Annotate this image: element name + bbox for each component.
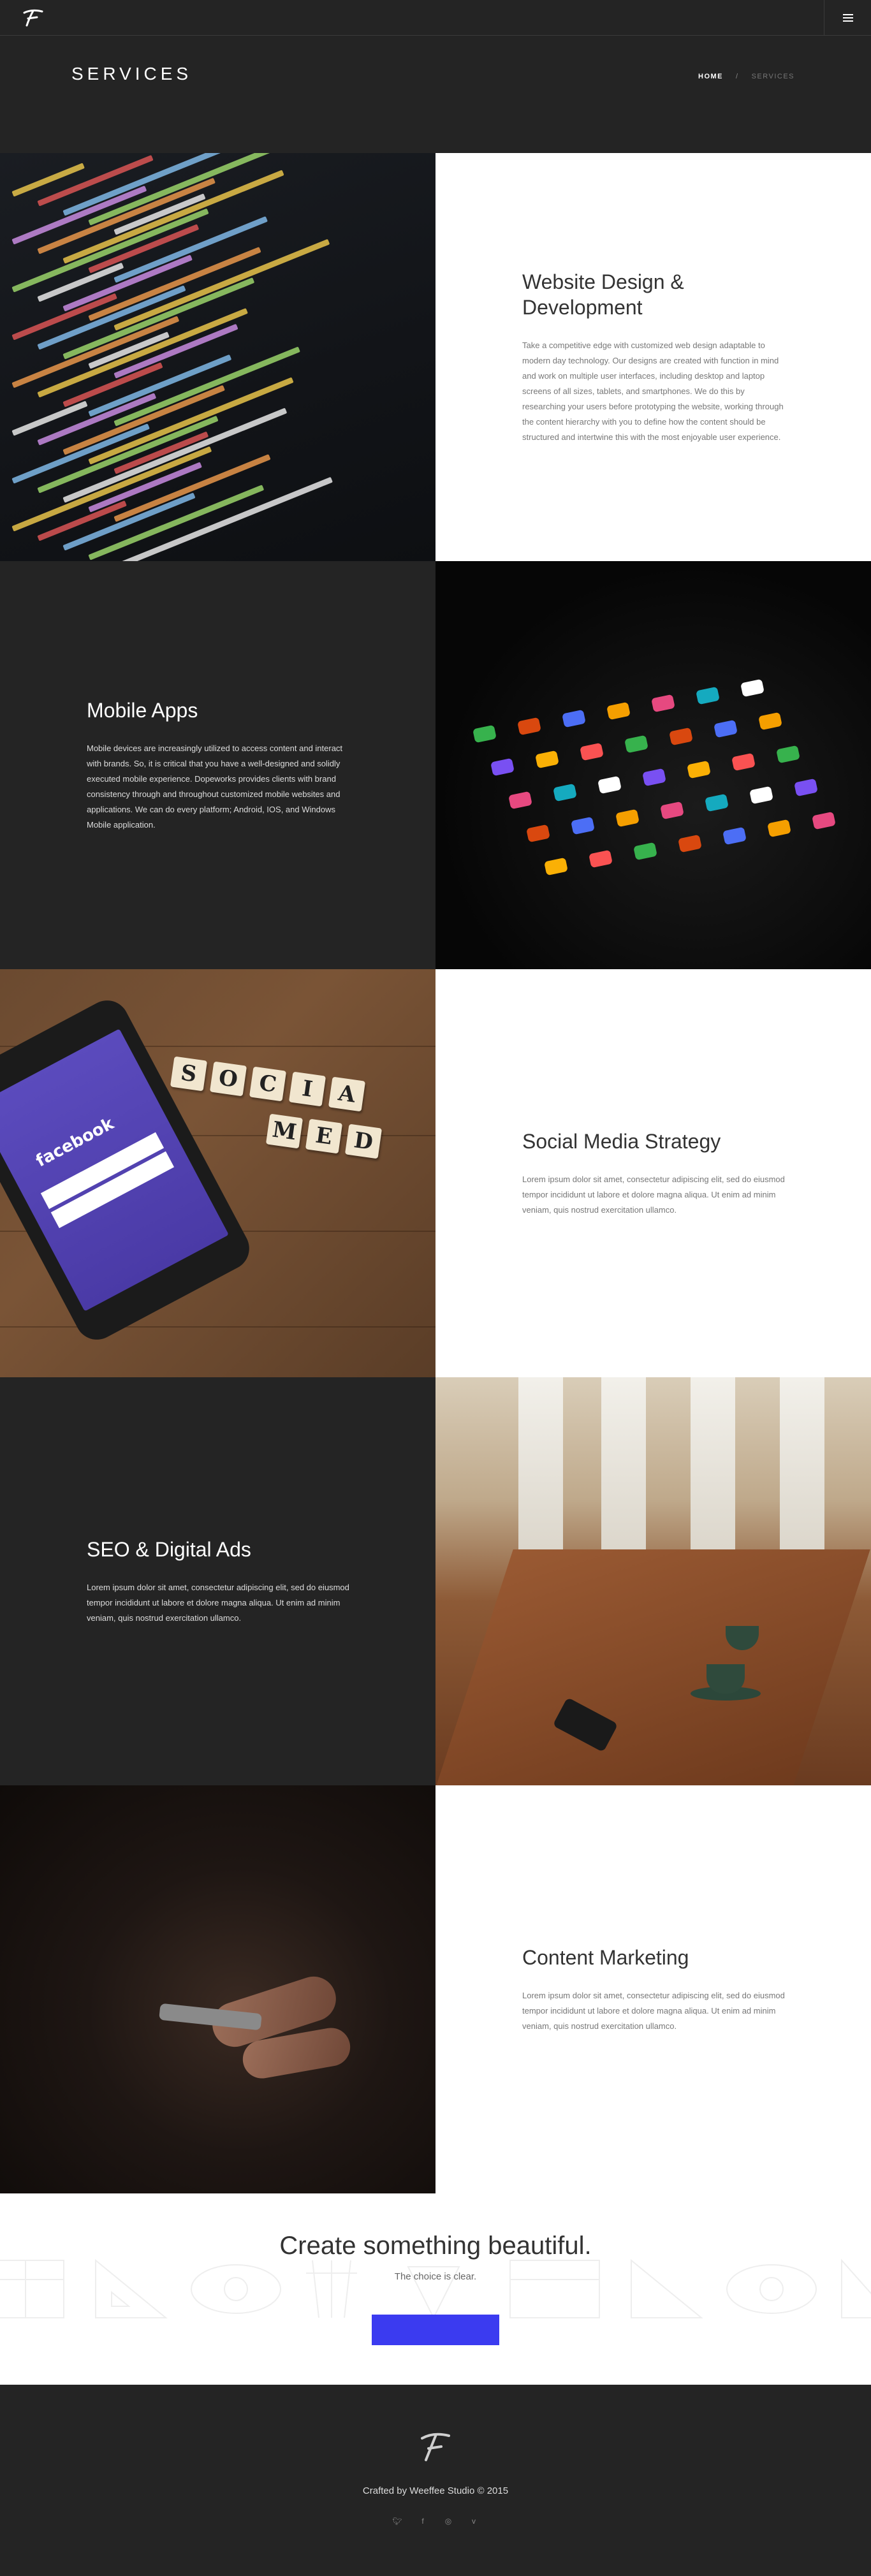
service-title: Website Design & Development — [522, 270, 684, 319]
page-title: SERVICES — [71, 64, 193, 84]
vimeo-icon[interactable]: v — [468, 2515, 479, 2527]
footer: Crafted by Weeffee Studio © 2015 🐦︎ f ◎ … — [0, 2385, 871, 2576]
service-description: Lorem ipsum dolor sit amet, consectetur … — [522, 1175, 785, 1215]
service-description: Lorem ipsum dolor sit amet, consectetur … — [522, 1991, 785, 2031]
top-bar — [0, 0, 871, 36]
scrabble-tile: S — [170, 1056, 208, 1092]
scrabble-tile: M — [265, 1113, 304, 1149]
scrabble-tile: E — [305, 1118, 343, 1154]
footer-logo-icon[interactable] — [414, 2429, 457, 2465]
breadcrumb-home-link[interactable]: HOME — [698, 73, 723, 80]
scrabble-tile: C — [249, 1066, 287, 1102]
service-row-seo: SEO & Digital Ads Lorem ipsum dolor sit … — [0, 1377, 871, 1785]
service-description: Lorem ipsum dolor sit amet, consectetur … — [87, 1583, 349, 1623]
service-description: Mobile devices are increasingly utilized… — [87, 743, 343, 830]
service-image-cafe — [435, 1377, 871, 1785]
cta-button[interactable] — [372, 2315, 499, 2345]
breadcrumb: HOME / SERVICES — [698, 73, 794, 80]
service-image-phone-apps — [435, 561, 871, 969]
service-description: Take a competitive edge with customized … — [522, 340, 784, 442]
service-text-panel: SEO & Digital Ads Lorem ipsum dolor sit … — [0, 1377, 435, 1785]
social-links: 🐦︎ f ◎ v — [0, 2515, 871, 2527]
cta-title: Create something beautiful. — [279, 2232, 592, 2260]
cta-subtitle: The choice is clear. — [394, 2271, 477, 2282]
service-text-panel: Content Marketing Lorem ipsum dolor sit … — [435, 1785, 871, 2193]
breadcrumb-current: SERVICES — [751, 73, 794, 80]
instagram-icon[interactable]: ◎ — [443, 2515, 454, 2527]
breadcrumb-separator: / — [736, 73, 739, 80]
twitter-icon[interactable]: 🐦︎ — [392, 2515, 403, 2527]
service-row-mobile: Mobile Apps Mobile devices are increasin… — [0, 561, 871, 969]
scrabble-tile: A — [328, 1076, 366, 1112]
page-header: SERVICES HOME / SERVICES — [0, 36, 871, 153]
service-title: Content Marketing — [522, 1946, 689, 1969]
menu-button[interactable] — [824, 0, 871, 36]
decorative-icons-strip — [0, 2258, 871, 2320]
service-text-panel: Website Design & Development Take a comp… — [435, 153, 871, 561]
service-image-code — [0, 153, 435, 561]
service-row-content: Content Marketing Lorem ipsum dolor sit … — [0, 1785, 871, 2193]
service-image-facebook: facebook SOCIAMED — [0, 969, 435, 1377]
service-title: Mobile Apps — [87, 699, 198, 722]
scrabble-tile: O — [209, 1061, 247, 1097]
service-text-panel: Mobile Apps Mobile devices are increasin… — [0, 561, 435, 969]
service-text-panel: Social Media Strategy Lorem ipsum dolor … — [435, 969, 871, 1377]
facebook-icon[interactable]: f — [417, 2515, 428, 2527]
service-title: Social Media Strategy — [522, 1130, 721, 1153]
cta-section: Create something beautiful. The choice i… — [0, 2193, 871, 2385]
service-image-hands — [0, 1785, 435, 2193]
service-row-web: Website Design & Development Take a comp… — [0, 153, 871, 561]
service-title: SEO & Digital Ads — [87, 1538, 251, 1561]
scrabble-tile: D — [344, 1123, 383, 1159]
footer-credit: Crafted by Weeffee Studio © 2015 — [362, 2485, 509, 2496]
hamburger-icon — [842, 14, 853, 22]
service-row-social: facebook SOCIAMED Social Media Strategy … — [0, 969, 871, 1377]
scrabble-tile: I — [288, 1071, 326, 1107]
logo-icon[interactable] — [19, 8, 47, 28]
